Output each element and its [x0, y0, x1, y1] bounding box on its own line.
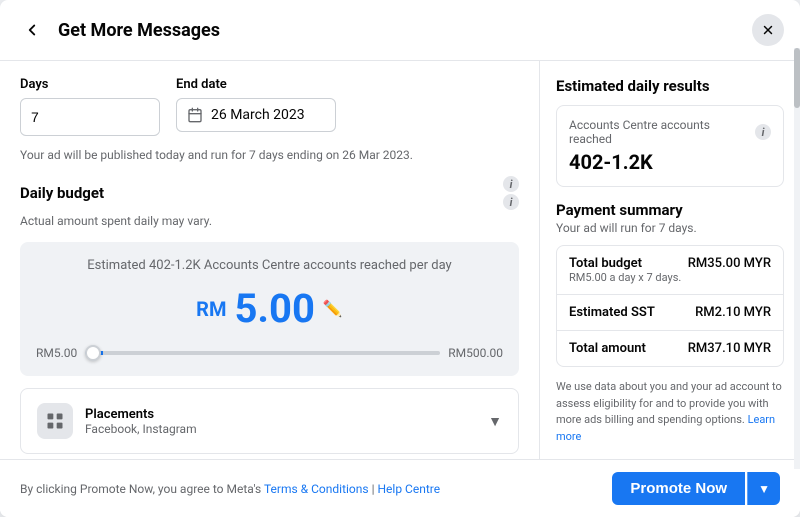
payment-summary-title: Payment summary [556, 201, 784, 219]
budget-info-icon-2[interactable]: i [503, 194, 519, 210]
accounts-value: 402-1.2K [569, 150, 771, 174]
accounts-info-icon[interactable]: i [755, 124, 771, 140]
estimated-title: Estimated daily results [556, 77, 784, 95]
scrollbar-thumb[interactable] [794, 48, 800, 108]
budget-slider[interactable] [85, 351, 440, 355]
days-input-wrapper: ▲ ▼ [20, 98, 160, 136]
modal-body: Days ▲ ▼ End date [0, 61, 800, 459]
promote-now-button[interactable]: Promote Now [612, 472, 745, 505]
sst-value: RM2.10 MYR [695, 305, 771, 320]
days-input[interactable] [21, 101, 160, 133]
sst-label: Estimated SST [569, 305, 655, 320]
payment-row-total: Total amount RM37.10 MYR [557, 331, 783, 366]
days-label: Days [20, 77, 160, 92]
daily-budget-sub: Actual amount spent daily may vary. [20, 214, 519, 228]
modal-header: Get More Messages [0, 0, 800, 61]
budget-card: Estimated 402-1.2K Accounts Centre accou… [20, 242, 519, 376]
payment-row-total-budget: Total budget RM5.00 a day x 7 days. RM35… [557, 246, 783, 295]
budget-info-icons: i i [503, 176, 519, 210]
end-date-group: End date 26 March 2023 [176, 77, 336, 136]
end-date-label: End date [176, 77, 336, 92]
terms-link[interactable]: Terms & Conditions [264, 482, 369, 496]
left-panel: Days ▲ ▼ End date [0, 61, 540, 459]
total-amount-value: RM37.10 MYR [688, 341, 771, 356]
estimated-card: Accounts Centre accounts reached i 402-1… [556, 105, 784, 187]
scrollbar-track [794, 48, 800, 469]
total-budget-label: Total budget [569, 256, 681, 271]
end-date-value: 26 March 2023 [211, 107, 305, 123]
close-button[interactable] [752, 14, 784, 46]
modal-footer: By clicking Promote Now, you agree to Me… [0, 459, 800, 517]
payment-summary-sub: Your ad will run for 7 days. [556, 221, 784, 235]
modal-container: Get More Messages Days ▲ ▼ [0, 0, 800, 517]
budget-info-icon-1[interactable]: i [503, 176, 519, 192]
days-group: Days ▲ ▼ [20, 77, 160, 136]
currency-label: RM [196, 297, 226, 321]
daily-budget-header: Daily budget i i [20, 176, 519, 210]
placements-card[interactable]: Placements Facebook, Instagram ▼ [20, 388, 519, 454]
right-panel: Estimated daily results Accounts Centre … [540, 61, 800, 459]
footer-actions: Promote Now ▼ [612, 472, 780, 505]
eligibility-text: We use data about you and your ad accoun… [556, 379, 784, 445]
payment-row-sst: Estimated SST RM2.10 MYR [557, 295, 783, 331]
promote-dropdown-button[interactable]: ▼ [747, 472, 780, 505]
edit-amount-icon[interactable]: ✏️ [323, 299, 343, 318]
accounts-label: Accounts Centre accounts reached i [569, 118, 771, 146]
slider-row: RM5.00 RM500.00 [36, 346, 503, 360]
total-budget-sub: RM5.00 a day x 7 days. [569, 271, 681, 284]
modal-title: Get More Messages [58, 20, 752, 41]
daily-budget-title: Daily budget [20, 184, 104, 202]
placements-icon [37, 403, 73, 439]
placements-info: Placements Facebook, Instagram [85, 407, 476, 436]
publish-notice: Your ad will be published today and run … [20, 148, 519, 162]
footer-text: By clicking Promote Now, you agree to Me… [20, 482, 440, 496]
calendar-icon [187, 107, 203, 123]
end-date-picker[interactable]: 26 March 2023 [176, 98, 336, 132]
back-button[interactable] [16, 14, 48, 46]
total-amount-label: Total amount [569, 341, 646, 356]
amount-value: 5.00 [234, 285, 314, 332]
slider-min-label: RM5.00 [36, 346, 77, 360]
budget-estimate: Estimated 402-1.2K Accounts Centre accou… [36, 258, 503, 273]
payment-table: Total budget RM5.00 a day x 7 days. RM35… [556, 245, 784, 367]
total-budget-value: RM35.00 MYR [688, 256, 771, 284]
placements-title: Placements [85, 407, 476, 422]
slider-max-label: RM500.00 [448, 346, 503, 360]
date-row: Days ▲ ▼ End date [20, 77, 519, 136]
budget-amount-row: RM 5.00 ✏️ [36, 285, 503, 332]
help-link[interactable]: Help Centre [377, 482, 440, 496]
placements-sub: Facebook, Instagram [85, 422, 476, 436]
placements-chevron-icon: ▼ [488, 413, 502, 430]
